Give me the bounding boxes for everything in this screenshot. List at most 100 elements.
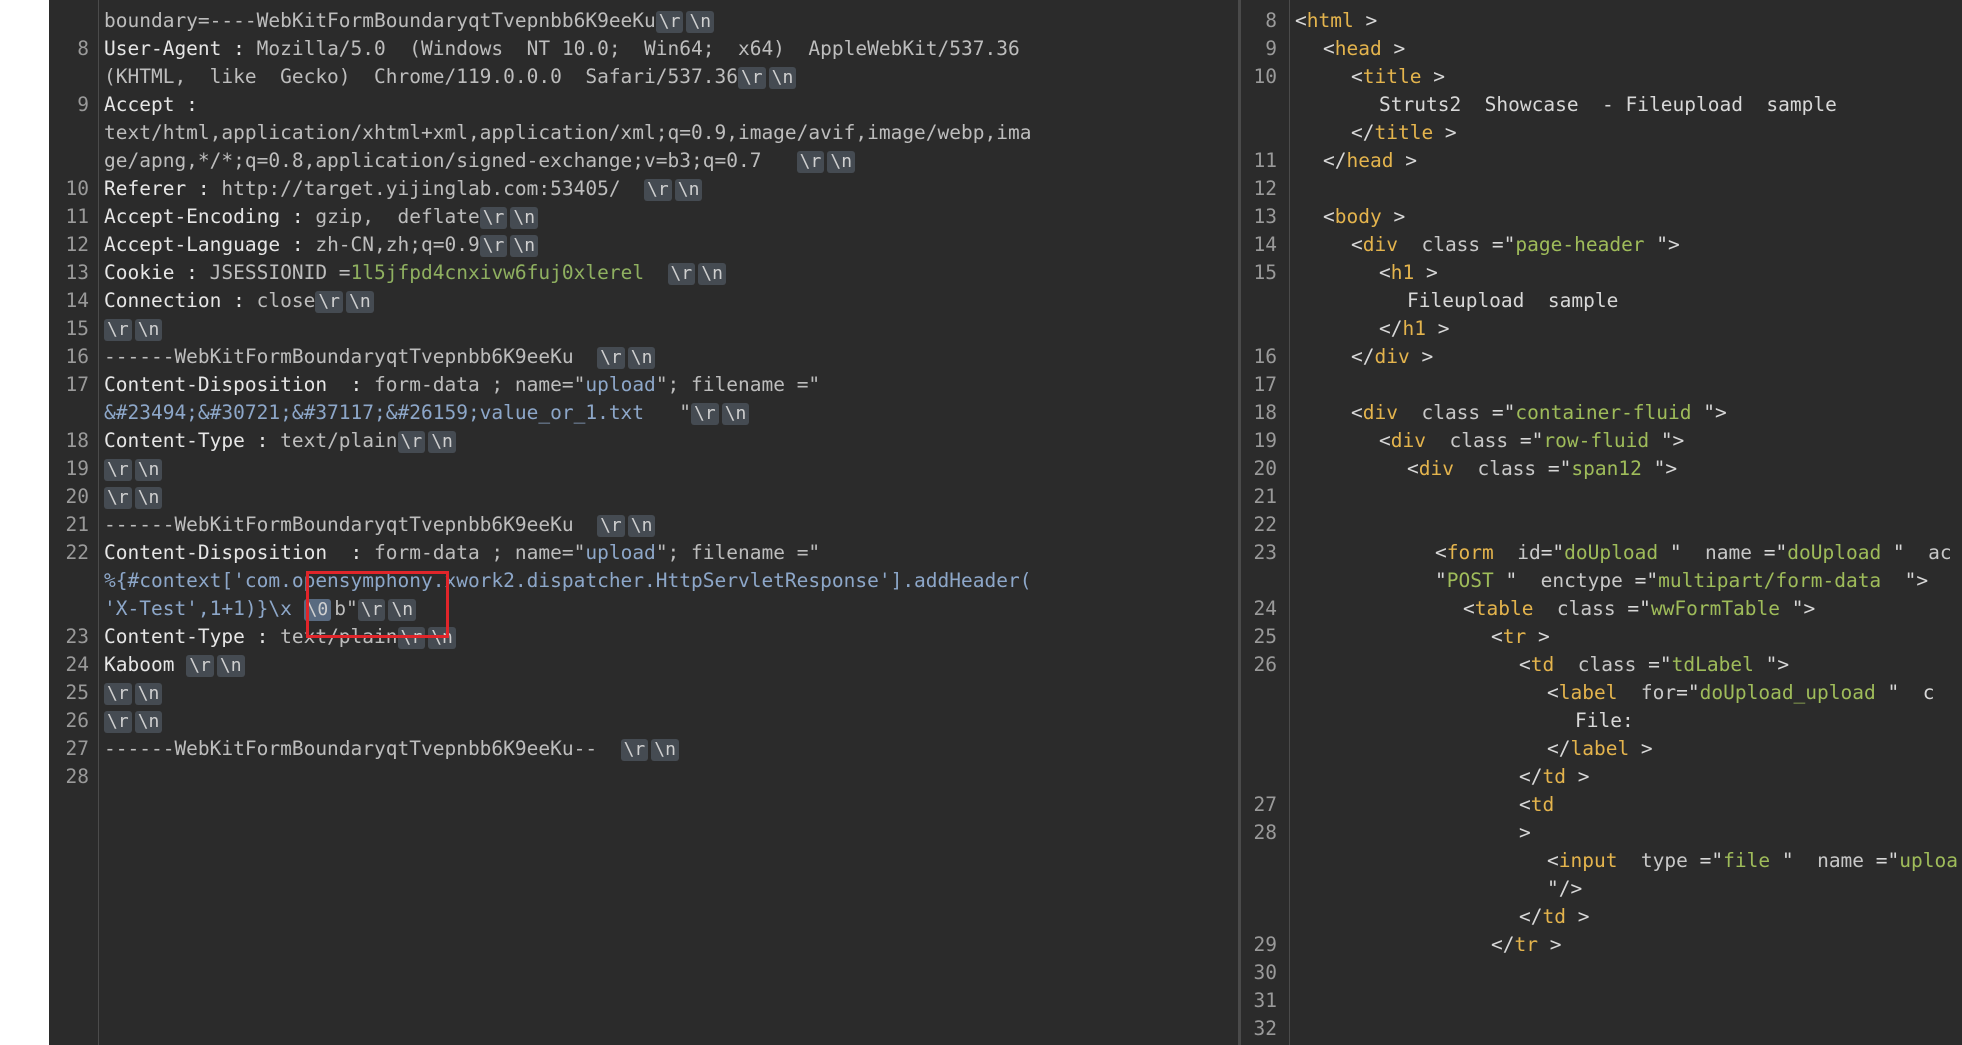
request-line-text: boundary=----WebKitFormBoundaryqtTvepnbb… [104, 7, 717, 35]
html-punct: =" [1536, 457, 1572, 480]
line-number: 20 [65, 485, 89, 508]
html-punct: < [1519, 653, 1531, 676]
header-value: "; filename =" [655, 373, 821, 396]
null-byte-token: \0 [303, 599, 332, 621]
response-line: 25 <tr > [1241, 623, 1962, 651]
response-line-text: <div class ="page-header "> [1295, 231, 1680, 259]
cr-token: \r [397, 431, 426, 453]
html-punct: </ [1519, 905, 1543, 928]
cr-token: \r [479, 207, 508, 229]
line-number: 28 [1253, 821, 1277, 844]
response-code[interactable]: 8 <html >9 <head >10 <title > Struts2 Showca… [1241, 7, 1962, 1045]
html-punct: " [1881, 541, 1905, 564]
header-value: JSESSIONID = [209, 261, 351, 284]
html-punct: </ [1323, 149, 1347, 172]
request-line-text: ------WebKitFormBoundaryqtTvepnbb6K9eeKu… [104, 343, 658, 371]
html-punct: =" [1864, 849, 1900, 872]
request-editor-pane[interactable]: boundary=----WebKitFormBoundaryqtTvepnbb… [49, 0, 1240, 1045]
html-punct: > [1409, 345, 1434, 368]
header-name: Connection : [104, 289, 257, 312]
lf-token: \n [698, 263, 726, 285]
request-line-text: \r \n [104, 483, 165, 511]
html-punct: </ [1351, 345, 1375, 368]
header-value: close [256, 289, 316, 312]
html-tag: td [1530, 793, 1555, 816]
response-line: 8 <html > [1241, 7, 1962, 35]
html-punct: > [1353, 9, 1378, 32]
html-punct: =" [1480, 401, 1516, 424]
html-tag: title [1362, 65, 1422, 88]
param-value: &#23494;&#30721;&#37117;&#26159;value_or… [104, 401, 645, 424]
html-punct: "> [1649, 429, 1685, 452]
request-code[interactable]: boundary=----WebKitFormBoundaryqtTvepnbb… [49, 7, 1240, 791]
request-line-text: &#23494;&#30721;&#37117;&#26159;value_or… [104, 399, 752, 427]
response-line-text: </h1 > [1295, 315, 1449, 343]
line-number: 10 [1253, 65, 1277, 88]
header-value: text/plain [280, 429, 398, 452]
html-punct: > [1381, 37, 1406, 60]
header-value: " [644, 401, 692, 424]
html-punct: > [1414, 261, 1438, 284]
line-number: 16 [1253, 345, 1277, 368]
html-tag: div [1390, 429, 1426, 452]
html-attr: type [1617, 849, 1688, 872]
lf-token: \n [216, 655, 245, 677]
response-editor-pane[interactable]: 8 <html >9 <head >10 <title > Struts2 Showca… [1241, 0, 1962, 1045]
request-line-text: Accept-Language : zh-CN,zh;q=0.9 \r \n [104, 231, 541, 259]
line-number: 16 [65, 345, 89, 368]
html-attr-value: multipart/form-data [1658, 569, 1882, 592]
html-punct: < [1323, 205, 1335, 228]
response-line: 19 <div class ="row-fluid "> [1241, 427, 1962, 455]
response-line-text: </td > [1295, 763, 1589, 791]
line-number: 11 [1253, 149, 1277, 172]
response-line: </td > [1241, 763, 1962, 791]
line-number: 30 [1253, 961, 1277, 984]
html-attr: ac [1904, 541, 1952, 564]
html-punct: " [1770, 849, 1794, 872]
html-punct: < [1491, 625, 1503, 648]
html-tag: head [1346, 149, 1394, 172]
request-line: 18 Content-Type : text/plain \r \n [49, 427, 1240, 455]
response-line: </td > [1241, 903, 1962, 931]
header-name: Content-Type : [104, 625, 281, 648]
html-attr: class [1397, 233, 1481, 256]
response-line-text: <form id="doUpload " name ="doUpload " a… [1295, 539, 1952, 567]
request-line: %{#context['com.opensymphony.xwork2.disp… [49, 567, 1240, 595]
html-punct: < [1407, 457, 1419, 480]
html-punct: < [1351, 65, 1363, 88]
html-punct: > [1381, 205, 1406, 228]
response-line: Fileupload sample [1241, 287, 1962, 315]
html-punct: < [1351, 233, 1363, 256]
request-line: 21 ------WebKitFormBoundaryqtTvepnbb6K9ee… [49, 511, 1240, 539]
response-line: 32 [1241, 1015, 1962, 1043]
line-number: 15 [1253, 261, 1277, 284]
request-line: 'X-Test',1+1)}\x \0 b" \r \n [49, 595, 1240, 623]
html-punct: < [1379, 429, 1391, 452]
response-line-text: </label > [1295, 735, 1653, 763]
header-name: User-Agent : [104, 37, 257, 60]
line-number: 28 [65, 765, 89, 788]
html-attr: name [1681, 541, 1753, 564]
response-line: "/> [1241, 875, 1962, 903]
line-number: 21 [65, 513, 89, 536]
cr-token: \r [737, 67, 766, 89]
cr-token: \r [104, 319, 132, 341]
line-number: 29 [1253, 933, 1277, 956]
request-line-text: Content-Disposition : form-data ; name="… [104, 371, 820, 399]
html-punct: < [1463, 597, 1475, 620]
line-number: 12 [1253, 177, 1277, 200]
html-punct: > [1519, 821, 1531, 844]
html-punct: </ [1351, 121, 1375, 144]
html-attr-value: container-fluid [1515, 401, 1692, 424]
request-line: 13 Cookie : JSESSIONID =1l5jfpd4cnxivw6fu… [49, 259, 1240, 287]
header-name: Cookie : [104, 261, 210, 284]
html-attr: class [1397, 401, 1481, 424]
response-line-text: </tr > [1295, 931, 1561, 959]
html-attr: for [1617, 681, 1677, 704]
response-line: 20 <div class ="span12 "> [1241, 455, 1962, 483]
line-number: 15 [65, 317, 89, 340]
html-punct: =" [1615, 597, 1651, 620]
request-line: (KHTML, like Gecko) Chrome/119.0.0.0 Saf… [49, 63, 1240, 91]
html-punct: > [1565, 765, 1590, 788]
html-punct: < [1547, 849, 1559, 872]
